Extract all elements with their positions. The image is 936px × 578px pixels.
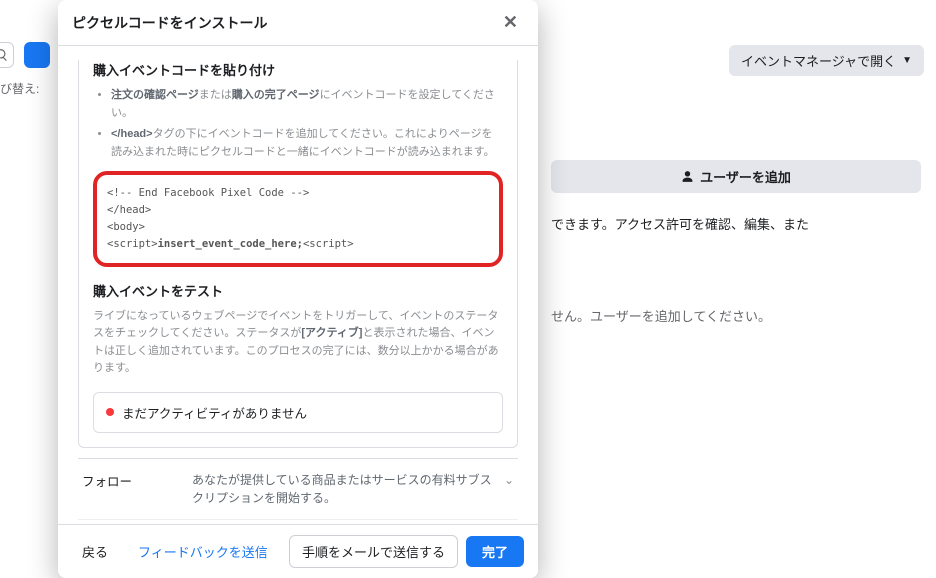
code-sample-box: <!-- End Facebook Pixel Code --> </head>… [93,171,503,266]
event-type-list: フォローあなたが提供している商品またはサービスの有料サブスクリプションを開始する… [78,458,518,524]
paste-code-heading: 購入イベントコードを貼り付け [93,60,503,79]
activity-status-box: まだアクティビティがありません [93,392,503,433]
install-pixel-modal: ピクセルコードをインストール ✕ 購入イベントコードを貼り付け 注文の確認ページ… [58,0,538,578]
event-type-description: あなたが提供している商品またはサービスの有料サブスクリプションを開始する。 [192,471,494,507]
footer-left: 戻る フィードバックを送信 [72,536,278,567]
event-type-row[interactable]: フォローあなたが提供している商品またはサービスの有料サブスクリプションを開始する… [78,459,518,520]
footer-right: 手順をメールで送信する 完了 [289,535,524,568]
email-steps-button[interactable]: 手順をメールで送信する [289,535,458,568]
modal-body[interactable]: 購入イベントコードを貼り付け 注文の確認ページまたは購入の完了ページにイベントコ… [58,46,538,524]
modal-footer: 戻る フィードバックを送信 手順をメールで送信する 完了 [58,524,538,578]
test-event-heading: 購入イベントをテスト [93,281,503,300]
modal-overlay: ピクセルコードをインストール ✕ 購入イベントコードを貼り付け 注文の確認ページ… [0,0,936,578]
status-dot-icon [106,408,114,416]
event-type-label: フォロー [82,471,182,490]
chevron-down-icon: ⌄ [504,471,514,487]
instruction-item: 注文の確認ページまたは購入の完了ページにイベントコードを設定してください。 [111,87,503,122]
paste-code-section: 購入イベントコードを貼り付け 注文の確認ページまたは購入の完了ページにイベントコ… [78,60,518,448]
close-icon: ✕ [503,12,518,32]
close-button[interactable]: ✕ [497,10,524,35]
test-event-description: ライブになっているウェブページでイベントをトリガーして、イベントのステータスをチ… [93,308,503,378]
instruction-item: </head>タグの下にイベントコードを追加してください。これによりページを読み… [111,126,503,161]
back-button[interactable]: 戻る [72,536,118,567]
no-activity-label: まだアクティビティがありません [122,403,307,422]
done-button[interactable]: 完了 [466,536,524,567]
modal-header: ピクセルコードをインストール ✕ [58,0,538,46]
event-type-row[interactable]: トライアルの開始あなたが提供している製品またはサービスの無料トライアルを開始する… [78,520,518,524]
feedback-button[interactable]: フィードバックを送信 [128,536,278,567]
instructions-list: 注文の確認ページまたは購入の完了ページにイベントコードを設定してください。 </… [111,87,503,161]
modal-title: ピクセルコードをインストール [72,13,267,33]
